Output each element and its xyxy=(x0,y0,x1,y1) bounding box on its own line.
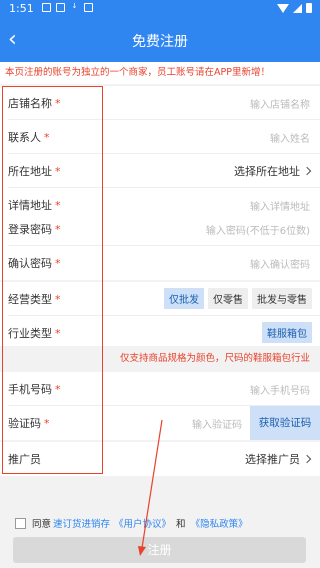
download-icon: ↓ xyxy=(71,2,78,10)
confirm-password-label: 确认密码 xyxy=(8,257,52,270)
chevron-right-icon xyxy=(302,454,312,464)
phone-label: 手机号码 xyxy=(8,383,52,396)
agree-prefix: 同意 xyxy=(32,519,52,530)
promoter-select-label: 选择推广员 xyxy=(245,453,300,466)
confirm-password-input[interactable]: 输入确认密码 xyxy=(250,256,310,271)
password-row[interactable]: 登录密码 * 输入密码(不低于6位数) xyxy=(0,212,320,246)
chevron-right-icon xyxy=(302,166,312,176)
privacy-policy-link[interactable]: 《隐私政策》 xyxy=(191,516,248,530)
store-name-input[interactable]: 输入店铺名称 xyxy=(250,96,310,111)
signal-icon xyxy=(293,3,302,13)
required-mark: * xyxy=(55,223,61,236)
phone-row[interactable]: 手机号码 * 输入手机号码 xyxy=(0,372,320,406)
required-mark: * xyxy=(55,327,61,340)
address-row[interactable]: 所在地址 * 选择所在地址 xyxy=(0,154,320,188)
required-mark: * xyxy=(55,165,61,178)
required-mark: * xyxy=(55,383,61,396)
promoter-label: 推广员 xyxy=(8,453,41,466)
contact-row[interactable]: 联系人 * 输入姓名 xyxy=(0,120,320,154)
mail-icon xyxy=(56,3,65,12)
promoter-row[interactable]: 推广员 选择推广员 xyxy=(0,442,320,476)
address-select[interactable]: 选择所在地址 xyxy=(234,163,312,179)
industry-type-row: 行业类型 * 鞋服箱包 xyxy=(0,316,320,350)
code-input[interactable]: 输入验证码 xyxy=(192,416,242,431)
store-name-label: 店铺名称 xyxy=(8,97,52,110)
detail-address-input[interactable]: 输入详情地址 xyxy=(250,198,310,213)
required-mark: * xyxy=(55,257,61,270)
required-mark: * xyxy=(55,293,61,306)
app-icon xyxy=(84,3,93,12)
business-type-row: 经营类型 * 仅批发 仅零售 批发与零售 xyxy=(0,282,320,316)
register-button[interactable]: 注册 xyxy=(13,537,306,563)
notice-text: 本页注册的账号为独立的一个商家，员工账号请在APP里新增！ xyxy=(0,62,320,84)
agree-and: 和 xyxy=(176,519,186,530)
required-mark: * xyxy=(55,199,61,212)
phone-input[interactable]: 输入手机号码 xyxy=(250,382,310,397)
user-agreement-link[interactable]: 《用户协议》 xyxy=(114,516,171,530)
business-type-option-retail[interactable]: 仅零售 xyxy=(208,288,248,309)
industry-note: 仅支持商品规格为颜色，尺码的鞋服箱包行业 xyxy=(0,346,320,372)
get-code-button[interactable]: 获取验证码 xyxy=(250,406,320,440)
app-name-link[interactable]: 速订货进销存 xyxy=(53,516,110,530)
password-label: 登录密码 xyxy=(8,223,52,236)
agree-checkbox[interactable] xyxy=(15,517,26,529)
contact-input[interactable]: 输入姓名 xyxy=(270,130,310,145)
code-label: 验证码 xyxy=(8,417,41,430)
nav-bar: ‹ 免费注册 xyxy=(0,18,320,62)
status-bar: 1:51 ↓ xyxy=(0,0,320,18)
required-mark: * xyxy=(55,97,61,110)
agreement: 同意 速订货进销存 《用户协议》 和 《隐私政策》 xyxy=(15,516,250,530)
industry-type-label: 行业类型 xyxy=(8,327,52,340)
confirm-password-row[interactable]: 确认密码 * 输入确认密码 xyxy=(0,246,320,280)
required-mark: * xyxy=(44,417,50,430)
business-type-option-both[interactable]: 批发与零售 xyxy=(252,288,312,309)
promoter-select[interactable]: 选择推广员 xyxy=(245,451,312,467)
business-type-option-wholesale[interactable]: 仅批发 xyxy=(164,288,204,309)
required-mark: * xyxy=(44,131,50,144)
industry-type-chip[interactable]: 鞋服箱包 xyxy=(262,322,312,343)
business-type-label: 经营类型 xyxy=(8,293,52,306)
store-name-row[interactable]: 店铺名称 * 输入店铺名称 xyxy=(0,86,320,120)
address-select-label: 选择所在地址 xyxy=(234,165,300,178)
status-time: 1:51 xyxy=(9,2,34,15)
image-icon xyxy=(42,3,51,12)
contact-label: 联系人 xyxy=(8,131,41,144)
detail-address-label: 详情地址 xyxy=(8,199,52,212)
address-label: 所在地址 xyxy=(8,165,52,178)
battery-icon xyxy=(306,3,312,13)
password-input[interactable]: 输入密码(不低于6位数) xyxy=(206,222,310,237)
wifi-icon xyxy=(277,3,289,13)
page-title: 免费注册 xyxy=(132,34,188,50)
code-row[interactable]: 验证码 * 输入验证码 获取验证码 xyxy=(0,406,320,440)
